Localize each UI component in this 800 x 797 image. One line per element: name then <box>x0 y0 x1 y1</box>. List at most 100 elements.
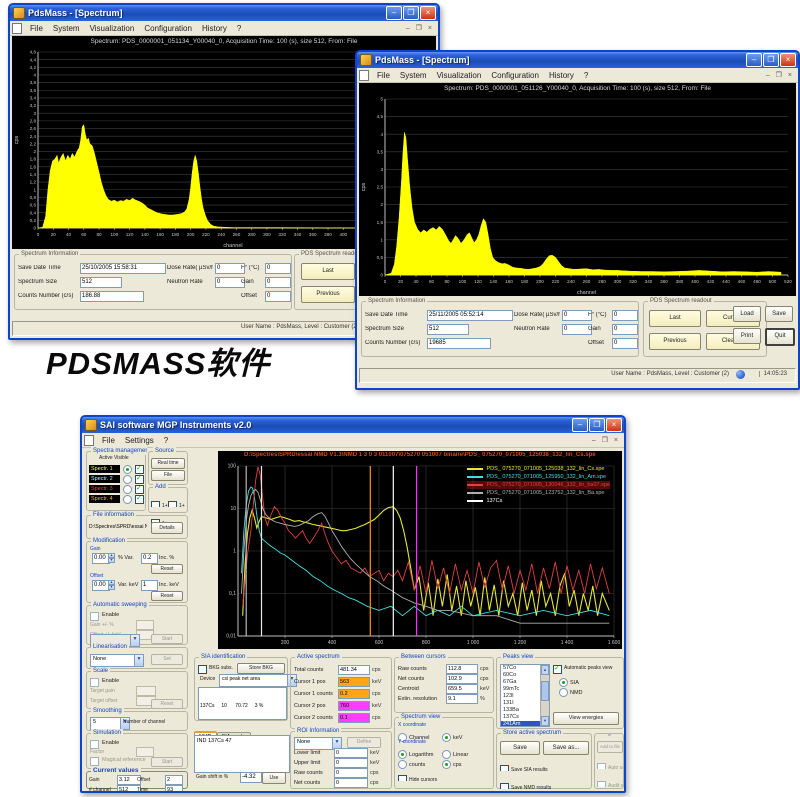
hide-cursors-checkbox[interactable] <box>398 775 407 781</box>
menu-item-file[interactable]: File <box>98 436 119 445</box>
offset-updown[interactable]: ▲▼ <box>108 580 115 590</box>
field-value[interactable]: 0.2 <box>338 689 370 699</box>
spectr-active-radio[interactable] <box>123 495 132 504</box>
field-value[interactable]: 0 <box>265 277 291 288</box>
spectr-visible-checkbox[interactable] <box>135 485 144 494</box>
gain-updown[interactable]: ▲▼ <box>108 553 115 563</box>
simulation-start-button[interactable]: Start <box>151 757 183 767</box>
save-button[interactable]: Save <box>765 306 793 322</box>
spectr-active-radio[interactable] <box>123 465 132 474</box>
maximize-button[interactable]: ❐ <box>589 418 605 432</box>
last-button[interactable]: Last <box>301 263 355 280</box>
maximize-button[interactable]: ❐ <box>403 6 419 20</box>
last-button[interactable]: Last <box>649 310 701 327</box>
field-value[interactable]: 0 <box>334 758 368 768</box>
save-nmd-results-checkbox[interactable] <box>500 783 509 789</box>
titlebar[interactable]: PdsMass - [Spectrum] – ❐ × <box>10 5 438 21</box>
maximize-button[interactable]: ❐ <box>763 53 779 67</box>
peak-list-item[interactable]: 123I <box>501 693 541 700</box>
minimize-button[interactable]: – <box>572 418 588 432</box>
peak-list-item[interactable]: 133Ba <box>501 707 541 714</box>
field-value[interactable]: 760 <box>338 701 370 711</box>
peak-list-item[interactable]: 57Co <box>501 665 541 672</box>
spectr-visible-checkbox[interactable] <box>135 465 144 474</box>
menu-item-[interactable]: ? <box>580 71 592 80</box>
menu-item-system[interactable]: System <box>396 71 431 80</box>
field-value[interactable] <box>136 620 154 630</box>
legend-item[interactable]: PDS_ 075270_071005_125950_132_lin_Am.spe <box>467 473 610 481</box>
field-value[interactable]: 659.5 <box>446 684 478 694</box>
spectr-visible-checkbox[interactable] <box>135 495 144 504</box>
close-icon[interactable]: × <box>780 53 796 67</box>
spectr-visible-checkbox[interactable] <box>135 475 144 484</box>
legend-item[interactable]: PDS_ 075270_071005_125038_132_lin_Cs.spe <box>467 465 610 473</box>
peaks-scrollbar[interactable]: ▲▼ <box>540 665 549 726</box>
field-value[interactable]: 0 <box>334 778 368 788</box>
file-button[interactable]: File <box>151 470 185 481</box>
offset-reset-button[interactable]: Reset <box>151 591 183 601</box>
save-as-button[interactable]: Save as... <box>543 741 589 755</box>
peaks-listbox[interactable]: 57Co60Co67Ga99mTc123I131I133Ba137Cs241Am… <box>500 664 550 727</box>
menu-item-[interactable]: ? <box>233 24 245 33</box>
save-button[interactable]: Save <box>500 741 540 755</box>
field-value[interactable]: 0 <box>265 291 291 302</box>
field-value[interactable]: 0 <box>612 310 638 321</box>
menu-item-system[interactable]: System <box>49 24 84 33</box>
close-icon[interactable]: × <box>420 6 436 20</box>
automatic-peaks-view-checkbox[interactable] <box>553 665 562 674</box>
field-value[interactable]: 112.8 <box>446 664 478 674</box>
save-sia-results-checkbox[interactable] <box>500 765 509 771</box>
add-to-file-button[interactable]: Add to file <box>597 741 623 753</box>
1-2-checkbox[interactable] <box>151 501 160 507</box>
mdi-controls[interactable]: – ❐ × <box>406 24 434 32</box>
minimize-button[interactable]: – <box>386 6 402 20</box>
legend-item[interactable]: 137Cs <box>467 497 610 505</box>
real-time-button[interactable]: Real time <box>151 458 185 469</box>
menu-item-settings[interactable]: Settings <box>121 436 158 445</box>
field-value[interactable]: 19685 <box>427 338 491 349</box>
field-value[interactable] <box>136 747 154 757</box>
field-value[interactable]: 512 <box>427 324 469 335</box>
menu-item-file[interactable]: File <box>373 71 394 80</box>
print-button[interactable]: Print <box>733 328 761 344</box>
field-value[interactable] <box>136 686 156 696</box>
close-icon[interactable]: × <box>606 418 622 432</box>
auto-save-checkbox[interactable] <box>597 763 606 769</box>
field-value[interactable]: 0 <box>334 768 368 778</box>
field-value[interactable]: 25/10/2005 15:58:31 <box>80 263 166 274</box>
offset-inc-value[interactable]: 1 <box>141 580 158 591</box>
field-value[interactable]: 563 <box>338 677 370 687</box>
peak-list-item[interactable]: 60Co <box>501 672 541 679</box>
previous-button[interactable]: Previous <box>301 286 355 303</box>
mdi-controls[interactable]: – ❐ × <box>592 436 620 444</box>
linearisation-select[interactable]: None▼ <box>90 654 144 667</box>
field-value[interactable]: 481.34 <box>338 665 370 675</box>
field-value[interactable]: 2 <box>165 775 183 785</box>
field-value[interactable]: 186.88 <box>80 291 144 302</box>
menu-item-configuration[interactable]: Configuration <box>140 24 196 33</box>
sweeping-start-button[interactable]: Start <box>151 634 183 644</box>
gain-reset-button[interactable]: Reset <box>151 564 183 574</box>
menu-item-file[interactable]: File <box>26 24 47 33</box>
roi-define-button[interactable]: Define <box>347 737 381 748</box>
field-value[interactable]: 0 <box>265 263 291 274</box>
sia-results-list[interactable]: 137Cs 10 70.72 3 % Globalv 481.34 <box>198 687 287 720</box>
gain-inc-value[interactable]: 0.2 <box>141 553 158 564</box>
use-button[interactable]: Use <box>262 772 286 784</box>
menu-item-history[interactable]: History <box>198 24 231 33</box>
field-value[interactable]: 0 <box>334 748 368 758</box>
quit-button[interactable]: Quit <box>765 328 795 346</box>
field-value[interactable]: 0.1 <box>338 713 370 723</box>
field-value[interactable]: 0 <box>612 338 638 349</box>
details-button[interactable]: Details <box>151 522 183 534</box>
device-select[interactable]: csi peak net area▼ <box>219 674 297 687</box>
peak-list-item[interactable]: 67Ga <box>501 679 541 686</box>
magical-reference-checkbox[interactable] <box>90 757 99 766</box>
peak-list-item[interactable]: 99mTc <box>501 686 541 693</box>
field-value[interactable]: 0 <box>612 324 638 335</box>
peak-list-item[interactable]: 131I <box>501 700 541 707</box>
titlebar[interactable]: SAI software MGP Instruments v2.0 – ❐ × <box>82 417 624 433</box>
menu-item-[interactable]: ? <box>160 436 172 445</box>
spectr-active-radio[interactable] <box>123 485 132 494</box>
field-value[interactable]: 512 <box>80 277 122 288</box>
